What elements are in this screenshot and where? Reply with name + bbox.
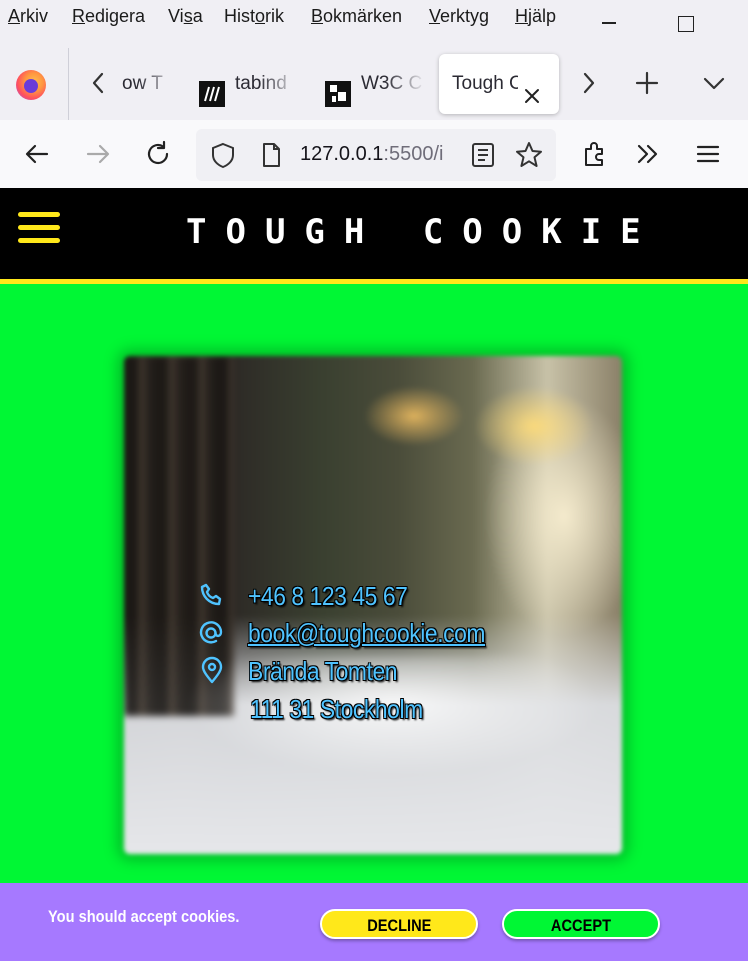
- menu-arkiv-label: rkiv: [20, 6, 49, 26]
- cookie-message: You should accept cookies.: [48, 907, 240, 926]
- menu-bokmarken-label: okmärken: [323, 6, 403, 26]
- tab-separator: [68, 48, 69, 120]
- site-header: TOUGH COOKIE: [0, 188, 748, 284]
- address-line-1: Brända Tomten: [248, 656, 398, 686]
- close-tab-icon[interactable]: [521, 72, 543, 103]
- maximize-button[interactable]: [670, 8, 700, 38]
- minimize-button[interactable]: [594, 8, 624, 38]
- menu-hjalp-label: jälp: [528, 6, 557, 26]
- extensions-icon[interactable]: [580, 139, 610, 169]
- menu-visa[interactable]: Visa: [168, 6, 203, 27]
- tab-2[interactable]: tabind: [199, 54, 299, 114]
- accept-cookies-button[interactable]: ACCEPT: [502, 909, 660, 939]
- scroll-tabs-right-icon[interactable]: [573, 68, 603, 98]
- list-all-tabs-icon[interactable]: [699, 68, 729, 98]
- more-tools-icon[interactable]: [633, 139, 663, 169]
- menu-verktyg-accesskey: V: [429, 6, 441, 26]
- menu-hjalp[interactable]: Hjälp: [515, 6, 556, 27]
- menu-verktyg[interactable]: Verktyg: [429, 6, 489, 27]
- reader-view-icon[interactable]: [468, 140, 498, 170]
- decline-label: DECLINE: [366, 916, 432, 935]
- tab-bar: ow T tabind W3C C Tough C: [0, 40, 748, 120]
- page-info-icon[interactable]: [256, 140, 286, 170]
- menu-redigera-label: edigera: [85, 6, 146, 26]
- site-title: TOUGH COOKIE: [186, 212, 660, 252]
- site-menu-icon[interactable]: [18, 212, 60, 244]
- menu-bokmarken-accesskey: B: [311, 6, 324, 26]
- new-tab-icon[interactable]: [632, 68, 662, 98]
- menu-bokmarken[interactable]: Bokmärken: [311, 6, 402, 27]
- menu-redigera-accesskey: R: [72, 6, 85, 26]
- hamburger-menu-icon[interactable]: [693, 139, 723, 169]
- firefox-logo-icon[interactable]: [16, 70, 46, 100]
- menu-hjalp-accesskey: H: [515, 6, 528, 26]
- menu-visa-label: a: [192, 6, 203, 26]
- url-host: 127.0.0.1: [300, 143, 384, 165]
- w3c-favicon-icon: [325, 72, 351, 107]
- url-text[interactable]: 127.0.0.1:5500/i: [300, 143, 443, 166]
- menu-bar: Arkiv Redigera Visa Historik Bokmärken V…: [0, 0, 748, 40]
- url-path: :5500/i: [383, 143, 444, 165]
- menu-verktyg-label: erktyg: [440, 6, 490, 26]
- decline-cookies-button[interactable]: DECLINE: [320, 909, 478, 939]
- menu-visa-accesskey: s: [183, 6, 193, 26]
- reload-icon[interactable]: [143, 139, 173, 169]
- tab-3-title: W3C C: [361, 73, 423, 94]
- tab-1[interactable]: ow T: [88, 54, 178, 114]
- tab-3[interactable]: W3C C: [325, 54, 425, 114]
- phone-number[interactable]: +46 8 123 45 67: [248, 581, 408, 612]
- back-icon[interactable]: [22, 139, 52, 169]
- menu-arkiv-accesskey: A: [8, 6, 21, 26]
- navigation-toolbar: 127.0.0.1:5500/i: [0, 120, 748, 188]
- accept-label: ACCEPT: [550, 916, 612, 935]
- forward-icon[interactable]: [83, 139, 113, 169]
- phone-icon: [196, 580, 226, 610]
- menu-redigera[interactable]: Redigera: [72, 6, 145, 27]
- tab-2-title: tabind: [235, 73, 287, 94]
- location-pin-icon: [197, 655, 227, 685]
- menu-arkiv[interactable]: Arkiv: [8, 6, 48, 27]
- url-bar[interactable]: 127.0.0.1:5500/i: [196, 129, 556, 181]
- menu-historik[interactable]: Historik: [224, 6, 284, 27]
- shield-icon[interactable]: [208, 140, 238, 170]
- tab-active-tough-cookie[interactable]: Tough C: [439, 54, 559, 114]
- page-content: TOUGH COOKIE +46 8 123 45 67 book@toughc…: [0, 188, 748, 961]
- at-sign-icon: [196, 618, 226, 648]
- tab-1-title: ow T: [122, 73, 163, 94]
- address-line-2: 111 31 Stockholm: [250, 694, 423, 724]
- menu-historik-label: rik: [265, 6, 285, 26]
- menu-historik-pre: Hist: [224, 6, 255, 26]
- tab-active-title: Tough C: [452, 73, 518, 94]
- menu-visa-pre: Vi: [168, 6, 184, 26]
- bookmark-star-icon[interactable]: [514, 140, 544, 170]
- email-link[interactable]: book@toughcookie.com: [248, 618, 485, 649]
- menu-historik-accesskey: o: [255, 6, 266, 26]
- tabindex-favicon-icon: [199, 72, 225, 107]
- cookie-banner: You should accept cookies. DECLINE ACCEP…: [0, 883, 748, 961]
